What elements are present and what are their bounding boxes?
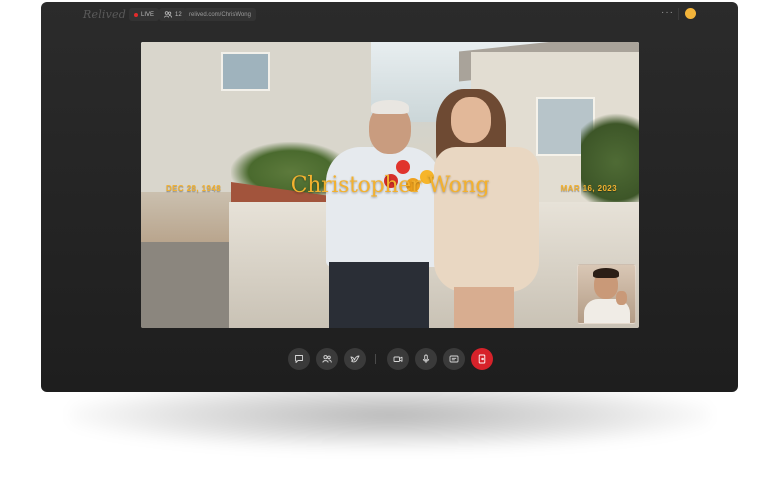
controls-divider <box>375 354 376 364</box>
chat-button[interactable] <box>288 348 310 370</box>
death-date: MAR 16, 2023 <box>560 184 617 193</box>
live-label: LIVE <box>141 11 155 18</box>
people-icon <box>322 355 332 363</box>
captions-button[interactable] <box>443 348 465 370</box>
people-icon <box>164 11 172 18</box>
share-url[interactable]: relived.com/ChrisWong <box>184 8 256 21</box>
microphone-button[interactable] <box>415 348 437 370</box>
photo-ground <box>141 242 241 328</box>
self-view-video[interactable] <box>577 264 636 324</box>
live-dot-icon <box>134 12 138 17</box>
camera-icon <box>393 356 403 362</box>
live-badge: LIVE <box>129 8 160 21</box>
mic-icon <box>422 354 430 363</box>
viewer-count-badge[interactable]: 12 <box>159 8 187 21</box>
more-options-icon[interactable]: ··· <box>661 7 674 18</box>
photo-window <box>221 52 270 91</box>
top-bar: Relived LIVE 12 relived.com/ChrisWong ··… <box>41 2 738 28</box>
dove-icon <box>350 355 360 363</box>
participants-button[interactable] <box>316 348 338 370</box>
call-controls <box>41 348 738 372</box>
main-video-stage: DEC 28, 1948 Christopher Wong MAR 16, 20… <box>141 42 639 328</box>
chat-icon <box>295 355 303 363</box>
app-window: Relived LIVE 12 relived.com/ChrisWong ··… <box>41 2 738 392</box>
camera-button[interactable] <box>387 348 409 370</box>
reactions-button[interactable] <box>344 348 366 370</box>
divider <box>678 8 679 20</box>
brand-logo: Relived <box>83 8 126 21</box>
user-avatar[interactable] <box>685 8 696 19</box>
leave-call-button[interactable] <box>471 348 493 370</box>
captions-icon <box>449 355 459 363</box>
exit-icon <box>478 354 486 364</box>
viewer-count: 12 <box>175 11 182 18</box>
